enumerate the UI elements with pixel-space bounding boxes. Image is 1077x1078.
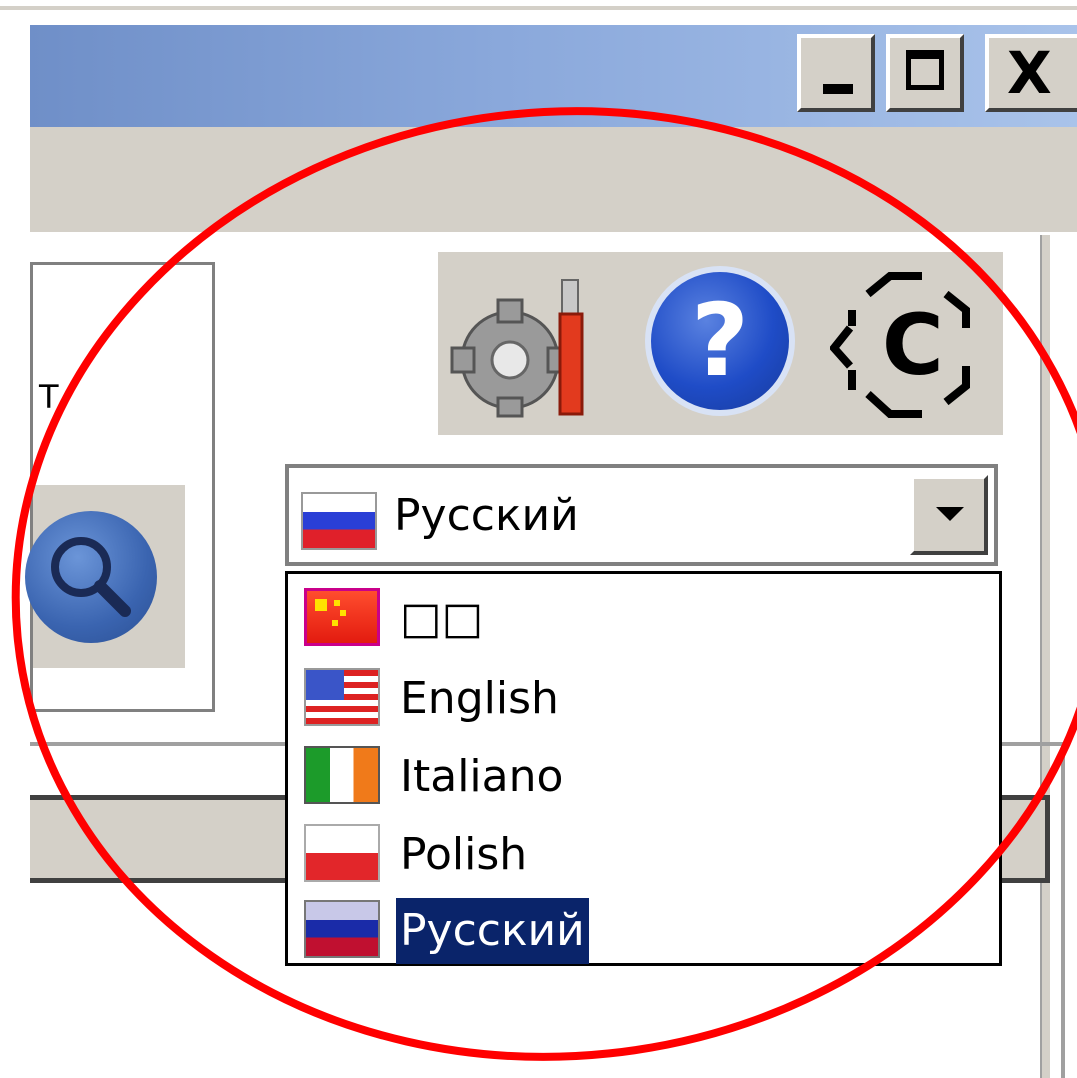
flag-usa-icon	[304, 668, 380, 726]
dropdown-arrow-button[interactable]	[910, 475, 988, 555]
language-option-label: □□	[400, 593, 484, 644]
language-select-value: Русский	[394, 490, 579, 541]
help-icon[interactable]: ?	[645, 266, 795, 416]
flag-china-icon	[304, 588, 380, 646]
flag-russia-icon	[304, 900, 380, 958]
language-dropdown-list: □□ English Italiano Polish Русский	[285, 571, 1002, 966]
language-option-label: Italiano	[400, 751, 564, 802]
minimize-button[interactable]	[797, 34, 875, 112]
maximize-icon	[906, 50, 944, 90]
camera-icon[interactable]: C	[828, 266, 980, 418]
menu-bar	[30, 127, 1077, 232]
language-option-polish[interactable]: Polish	[302, 816, 992, 892]
language-option-label: Русский	[396, 898, 589, 964]
flag-italy-icon	[304, 746, 380, 804]
search-icon	[25, 511, 157, 643]
close-button[interactable]: X	[985, 34, 1077, 112]
maximize-button[interactable]	[886, 34, 964, 112]
language-option-chinese[interactable]: □□	[302, 580, 992, 656]
language-select[interactable]: Русский	[285, 464, 998, 566]
language-option-russian[interactable]: Русский	[302, 892, 992, 968]
left-panel-text: T	[39, 378, 59, 416]
language-option-label: Polish	[400, 829, 528, 880]
toolbar: ? C	[438, 252, 1003, 435]
window-top-edge	[0, 6, 1077, 10]
left-panel: T	[25, 262, 215, 712]
close-icon: X	[1007, 39, 1052, 107]
flag-russia-icon	[301, 492, 377, 550]
language-option-label: English	[400, 673, 559, 724]
search-button[interactable]	[25, 485, 185, 668]
camera-glyph: C	[882, 296, 944, 394]
language-option-italiano[interactable]: Italiano	[302, 738, 992, 814]
language-option-english[interactable]: English	[302, 660, 992, 736]
flag-poland-icon	[304, 824, 380, 882]
chevron-down-icon	[936, 507, 964, 521]
settings-tools-icon[interactable]	[448, 270, 608, 420]
minimize-icon	[823, 84, 853, 94]
